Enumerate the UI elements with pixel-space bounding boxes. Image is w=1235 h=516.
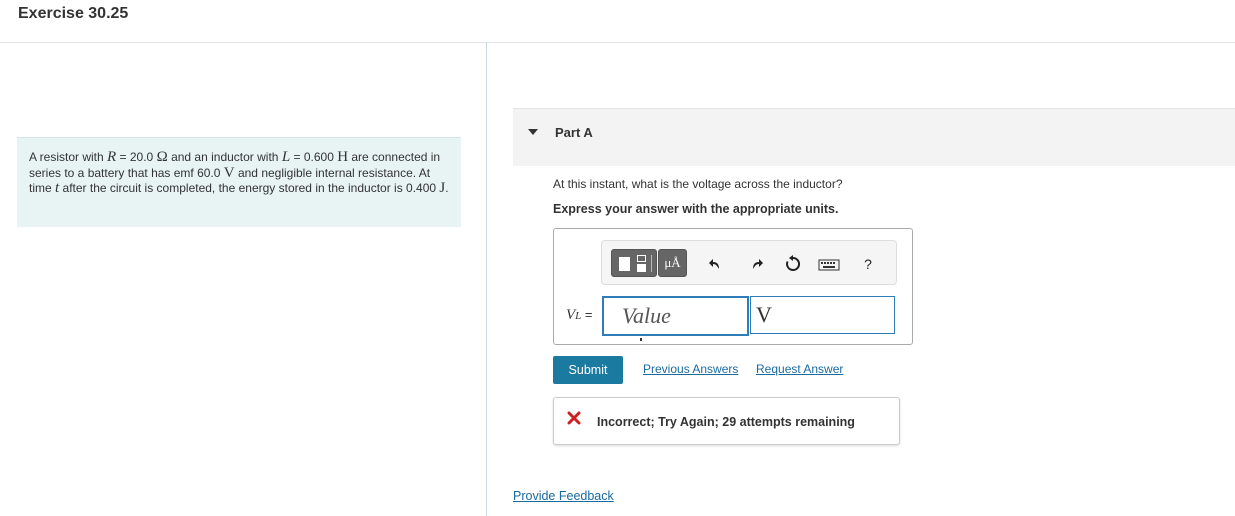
- unit-input[interactable]: V: [750, 296, 895, 334]
- math-toolbar: μÅ ?: [601, 240, 897, 285]
- incorrect-x-icon: [567, 411, 581, 425]
- page-header: Exercise 30.25: [0, 0, 1235, 43]
- templates-button[interactable]: [611, 249, 657, 277]
- exercise-title: Exercise 30.25: [18, 5, 129, 22]
- column-divider: [486, 42, 487, 516]
- value-placeholder: Value: [622, 303, 671, 328]
- answer-box: μÅ ? VL = Value V: [553, 228, 913, 345]
- submit-button[interactable]: Submit: [553, 356, 623, 384]
- keyboard-icon[interactable]: [818, 255, 840, 273]
- redo-icon[interactable]: [746, 255, 764, 273]
- answer-instruction: Express your answer with the appropriate…: [553, 202, 839, 216]
- problem-statement: A resistor with R = 20.0 Ω and an induct…: [17, 137, 461, 227]
- question-text: At this instant, what is the voltage acr…: [553, 177, 843, 191]
- template-icon: [619, 257, 630, 271]
- part-a-header[interactable]: Part A: [513, 108, 1235, 166]
- unit-value: V: [756, 302, 772, 327]
- undo-icon[interactable]: [708, 255, 726, 273]
- feedback-message: Incorrect; Try Again; 29 attempts remain…: [597, 415, 855, 429]
- units-button[interactable]: μÅ: [658, 249, 687, 277]
- reset-icon[interactable]: [784, 255, 802, 273]
- collapse-caret-icon[interactable]: [528, 129, 538, 135]
- variable-label: VL =: [566, 307, 593, 323]
- value-input[interactable]: Value: [602, 296, 749, 336]
- previous-answers-link[interactable]: Previous Answers: [643, 362, 738, 376]
- request-answer-link[interactable]: Request Answer: [756, 362, 843, 376]
- provide-feedback-link[interactable]: Provide Feedback: [513, 489, 614, 503]
- cursor-mark: [640, 338, 642, 341]
- help-icon[interactable]: ?: [859, 255, 877, 273]
- feedback-box: Incorrect; Try Again; 29 attempts remain…: [553, 397, 900, 445]
- part-label: Part A: [555, 125, 593, 140]
